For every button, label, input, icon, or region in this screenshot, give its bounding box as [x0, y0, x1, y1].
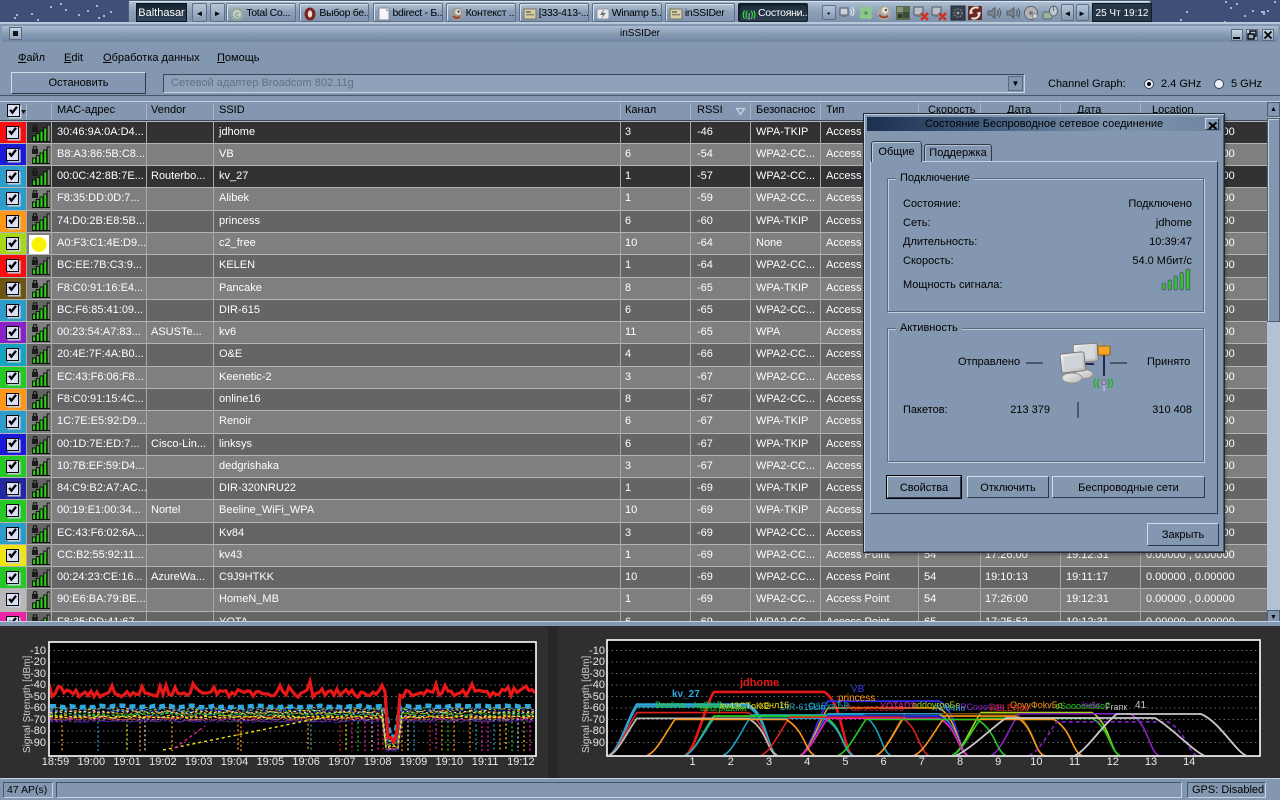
svg-text:((: (( — [1093, 378, 1100, 389]
svg-text:)): )) — [1107, 378, 1114, 389]
